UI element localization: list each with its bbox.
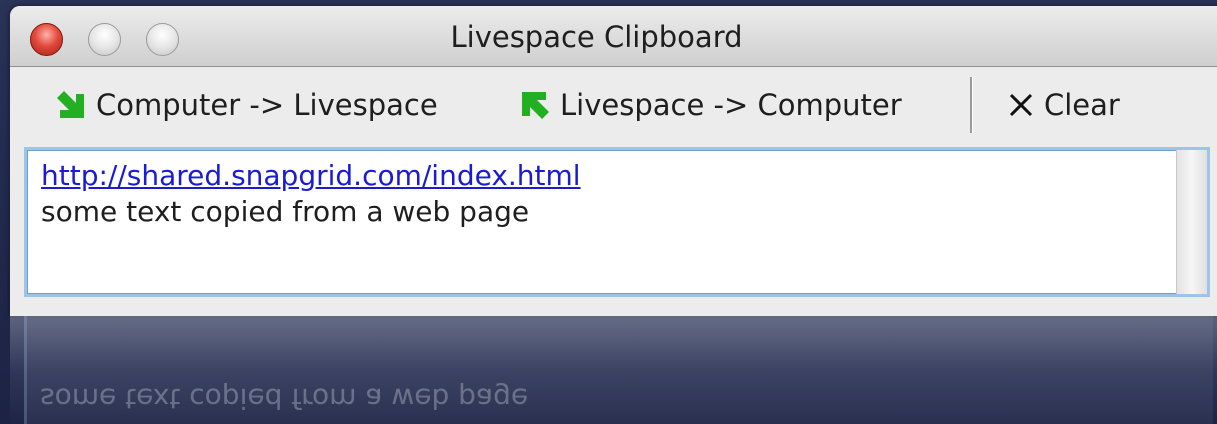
toolbar: Computer -> Livespace Livespace -> Compu… — [10, 67, 1217, 139]
vertical-scrollbar[interactable] — [1176, 150, 1207, 294]
clipboard-text: some text copied from a web page — [41, 195, 530, 228]
window-title: Livespace Clipboard — [10, 20, 1217, 54]
computer-to-livespace-label: Computer -> Livespace — [96, 88, 438, 122]
title-bar[interactable]: Livespace Clipboard — [10, 6, 1217, 67]
window-title-text: Livespace Clipboard — [450, 20, 743, 54]
reflection-text-area — [24, 316, 1213, 424]
clear-label: Clear — [1044, 88, 1120, 122]
reflection-text: some text copied from a web page — [40, 382, 529, 415]
livespace-to-computer-button[interactable]: Livespace -> Computer — [518, 85, 902, 125]
desktop-background: Livespace Clipboard Computer -> Livespac… — [0, 0, 1217, 424]
clipboard-link[interactable]: http://shared.snapgrid.com/index.html — [41, 159, 581, 192]
clipboard-text-area[interactable]: http://shared.snapgrid.com/index.html so… — [24, 147, 1210, 297]
clipboard-window: Livespace Clipboard Computer -> Livespac… — [10, 6, 1217, 316]
window-reflection: some text copied from a web page — [10, 316, 1217, 424]
computer-to-livespace-button[interactable]: Computer -> Livespace — [54, 85, 438, 125]
toolbar-separator — [970, 77, 973, 133]
clear-x-icon — [1009, 93, 1033, 117]
reflection-gradient — [10, 316, 1217, 424]
arrow-up-left-icon — [522, 92, 549, 119]
livespace-to-computer-label: Livespace -> Computer — [560, 88, 902, 122]
clipboard-content: http://shared.snapgrid.com/index.html so… — [41, 158, 581, 230]
clear-button[interactable]: Clear — [1006, 85, 1120, 125]
arrow-down-right-icon — [57, 91, 84, 118]
